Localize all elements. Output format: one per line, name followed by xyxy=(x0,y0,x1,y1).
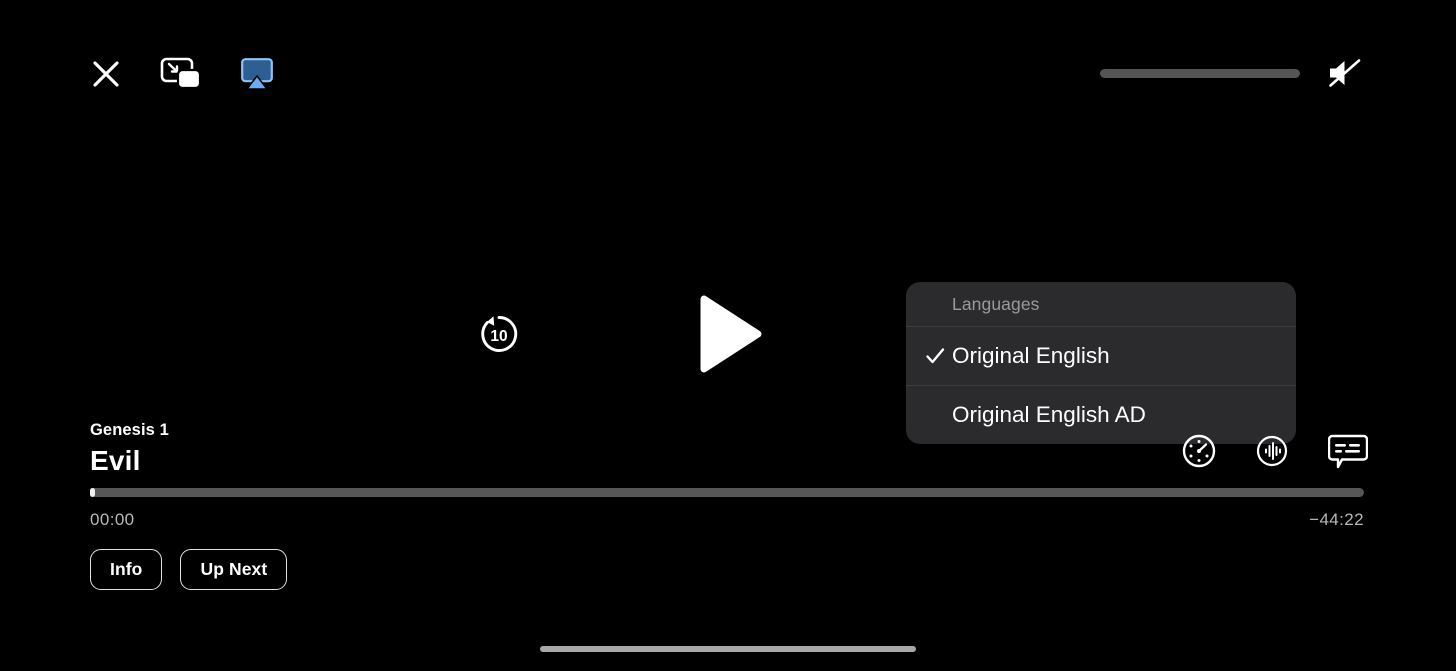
mute-button[interactable] xyxy=(1326,56,1364,90)
remaining-time-label: −44:22 xyxy=(1309,510,1364,529)
volume-slider[interactable] xyxy=(1100,68,1300,78)
airplay-button[interactable] xyxy=(240,57,274,91)
play-icon xyxy=(700,295,762,373)
playback-speed-icon xyxy=(1182,434,1216,468)
language-option-label: Original English xyxy=(952,343,1110,368)
top-left-controls xyxy=(90,56,274,92)
top-control-bar xyxy=(0,0,1456,155)
scrubber-progress-fill xyxy=(90,488,96,497)
close-icon xyxy=(93,61,119,87)
bottom-control-bar: Genesis 1 Evil 00:00 −44:22 Info Up Next xyxy=(0,411,1456,671)
subtitles-button[interactable] xyxy=(1328,433,1368,469)
now-playing-subtitle: Genesis 1 xyxy=(90,421,169,439)
picture-in-picture-button[interactable] xyxy=(160,56,202,92)
play-button[interactable] xyxy=(700,295,762,378)
language-option-original-english[interactable]: Original English xyxy=(906,326,1296,385)
now-playing-title: Evil xyxy=(90,445,141,476)
airplay-icon xyxy=(241,58,273,90)
info-button[interactable]: Info xyxy=(90,549,163,590)
now-playing-info: Genesis 1 Evil xyxy=(90,421,169,477)
volume-mute-icon xyxy=(1329,59,1361,87)
skip-back-10-button[interactable]: 10 xyxy=(475,310,523,363)
top-right-controls xyxy=(1100,56,1364,90)
up-next-button[interactable]: Up Next xyxy=(180,549,288,590)
time-labels: 00:00 −44:22 xyxy=(90,510,1364,530)
audio-options-button[interactable] xyxy=(1256,435,1288,467)
languages-menu-header: Languages xyxy=(952,293,1040,314)
bottom-right-controls xyxy=(1182,433,1368,469)
audio-options-icon xyxy=(1256,435,1288,467)
playback-speed-button[interactable] xyxy=(1182,434,1216,468)
subtitles-icon xyxy=(1328,434,1368,469)
skip-back-10-label: 10 xyxy=(490,328,507,345)
scrubber-container xyxy=(90,488,1364,497)
checkmark-icon xyxy=(926,348,945,364)
scrubber-slider[interactable] xyxy=(90,488,1364,497)
bottom-pill-buttons: Info Up Next xyxy=(90,549,288,590)
current-time-label: 00:00 xyxy=(90,510,135,529)
close-button[interactable] xyxy=(90,58,122,90)
video-player: 10 Languages Original English Original E… xyxy=(0,0,1456,671)
skip-back-10-icon: 10 xyxy=(481,316,518,352)
picture-in-picture-icon xyxy=(160,57,202,90)
home-indicator[interactable] xyxy=(540,646,916,652)
